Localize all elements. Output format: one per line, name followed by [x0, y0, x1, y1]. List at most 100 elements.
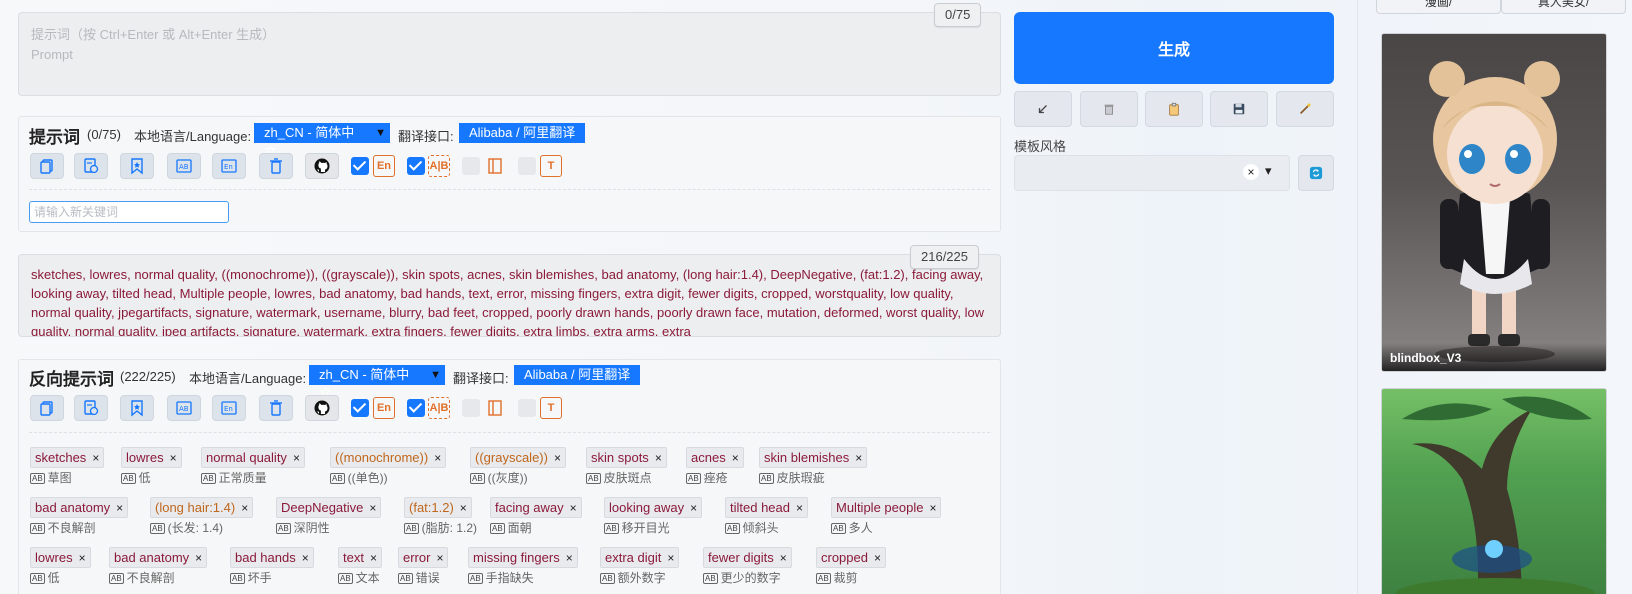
- tag-chip[interactable]: skin blemishes ×: [759, 447, 868, 468]
- negative-tag[interactable]: lowres × AB 低: [121, 447, 182, 486]
- restore-button[interactable]: [1014, 91, 1072, 127]
- tag-chip[interactable]: DeepNegative ×: [276, 497, 382, 518]
- tag-chip[interactable]: normal quality ×: [201, 447, 305, 468]
- negative-tag[interactable]: ((monochrome)) × AB ((单色)): [330, 447, 447, 486]
- close-icon[interactable]: ×: [436, 551, 443, 565]
- prompt-translate-api-button[interactable]: Alibaba / 阿里翻译: [459, 123, 586, 143]
- tag-chip[interactable]: sketches ×: [30, 447, 105, 468]
- close-icon[interactable]: ×: [929, 501, 936, 515]
- close-icon[interactable]: ×: [780, 551, 787, 565]
- auto-translate-checkbox[interactable]: [407, 399, 425, 417]
- close-icon[interactable]: ×: [170, 451, 177, 465]
- auto-english-checkbox[interactable]: [351, 157, 369, 175]
- clear-icon[interactable]: ×: [1243, 164, 1259, 180]
- history-icon[interactable]: [74, 395, 108, 421]
- github-icon[interactable]: [305, 153, 339, 179]
- close-icon[interactable]: ×: [79, 551, 86, 565]
- tag-chip[interactable]: extra digit ×: [600, 547, 680, 568]
- close-icon[interactable]: ×: [874, 551, 881, 565]
- close-icon[interactable]: ×: [92, 451, 99, 465]
- toggle-panel-checkbox[interactable]: [462, 399, 480, 417]
- tag-chip[interactable]: cropped ×: [816, 547, 886, 568]
- close-icon[interactable]: ×: [293, 451, 300, 465]
- tag-chip[interactable]: skin spots ×: [586, 447, 667, 468]
- negative-tag[interactable]: tilted head × AB 倾斜头: [725, 497, 809, 536]
- tag-chip[interactable]: looking away ×: [604, 497, 703, 518]
- chevron-down-icon[interactable]: ▾: [1265, 163, 1272, 179]
- negative-tag[interactable]: Multiple people × AB 多人: [831, 497, 942, 536]
- negative-language-select[interactable]: zh_CN - 简体中文 ▼: [309, 365, 445, 402]
- tag-chip[interactable]: error ×: [398, 547, 449, 568]
- negative-tag[interactable]: text × AB 文本: [338, 547, 382, 586]
- close-icon[interactable]: ×: [796, 501, 803, 515]
- negative-tag[interactable]: skin blemishes × AB 皮肤瑕疵: [759, 447, 868, 486]
- negative-tag[interactable]: acnes × AB 痤疮: [686, 447, 744, 486]
- close-icon[interactable]: ×: [460, 501, 467, 515]
- copy-icon[interactable]: [30, 153, 64, 179]
- tag-chip[interactable]: acnes ×: [686, 447, 744, 468]
- close-icon[interactable]: ×: [566, 551, 573, 565]
- negative-tag[interactable]: (fat:1.2) × AB (脂肪: 1.2): [404, 497, 477, 536]
- close-icon[interactable]: ×: [302, 551, 309, 565]
- bookmark-icon[interactable]: [120, 153, 154, 179]
- github-icon[interactable]: [305, 395, 339, 421]
- close-icon[interactable]: ×: [369, 501, 376, 515]
- text-mode-checkbox[interactable]: [518, 157, 536, 175]
- tag-chip[interactable]: missing fingers ×: [468, 547, 578, 568]
- negative-tag[interactable]: (long hair:1.4) × AB (长发: 1.4): [150, 497, 254, 536]
- negative-tag[interactable]: looking away × AB 移开目光: [604, 497, 703, 536]
- negative-tag[interactable]: cropped × AB 裁剪: [816, 547, 886, 586]
- negative-prompt-textarea[interactable]: sketches, lowres, normal quality, ((mono…: [18, 254, 1001, 337]
- save-style-button[interactable]: [1210, 91, 1268, 127]
- apply-style-button[interactable]: [1276, 91, 1334, 127]
- negative-tag[interactable]: fewer digits × AB 更少的数字: [703, 547, 792, 586]
- tag-chip[interactable]: ((grayscale)) ×: [470, 447, 566, 468]
- auto-translate-checkbox[interactable]: [407, 157, 425, 175]
- translate-icon[interactable]: AB: [167, 395, 201, 421]
- close-icon[interactable]: ×: [655, 451, 662, 465]
- tag-chip[interactable]: (long hair:1.4) ×: [150, 497, 254, 518]
- negative-tag[interactable]: normal quality × AB 正常质量: [201, 447, 305, 486]
- tag-chip[interactable]: text ×: [338, 547, 382, 568]
- copy-icon[interactable]: [30, 395, 64, 421]
- close-icon[interactable]: ×: [855, 451, 862, 465]
- negative-tag[interactable]: extra digit × AB 额外数字: [600, 547, 680, 586]
- negative-tag[interactable]: error × AB 错误: [398, 547, 449, 586]
- tag-chip[interactable]: lowres ×: [121, 447, 182, 468]
- negative-tag[interactable]: missing fingers × AB 手指缺失: [468, 547, 578, 586]
- english-icon[interactable]: En: [212, 395, 246, 421]
- close-icon[interactable]: ×: [195, 551, 202, 565]
- gallery-tab-realistic[interactable]: 真人美女/: [1501, 0, 1626, 14]
- negative-tag[interactable]: ((grayscale)) × AB ((灰度)): [470, 447, 566, 486]
- toggle-panel-checkbox[interactable]: [462, 157, 480, 175]
- tag-chip[interactable]: bad anatomy ×: [109, 547, 208, 568]
- tag-chip[interactable]: lowres ×: [30, 547, 91, 568]
- close-icon[interactable]: ×: [554, 451, 561, 465]
- close-icon[interactable]: ×: [434, 451, 441, 465]
- tag-chip[interactable]: bad anatomy ×: [30, 497, 129, 518]
- gallery-tab-manga[interactable]: 漫画/: [1376, 0, 1501, 14]
- text-mode-checkbox[interactable]: [518, 399, 536, 417]
- close-icon[interactable]: ×: [667, 551, 674, 565]
- negative-tag[interactable]: lowres × AB 低: [30, 547, 91, 586]
- tag-chip[interactable]: Multiple people ×: [831, 497, 942, 518]
- gallery-card[interactable]: blindbox_V3: [1381, 33, 1607, 372]
- generate-button[interactable]: 生成: [1014, 12, 1334, 84]
- clear-button[interactable]: [1080, 91, 1138, 127]
- auto-english-checkbox[interactable]: [351, 399, 369, 417]
- negative-tag[interactable]: DeepNegative × AB 深阴性: [276, 497, 382, 536]
- tag-chip[interactable]: bad hands ×: [230, 547, 314, 568]
- bookmark-icon[interactable]: [120, 395, 154, 421]
- close-icon[interactable]: ×: [370, 551, 377, 565]
- paste-style-button[interactable]: [1145, 91, 1203, 127]
- translate-icon[interactable]: AB: [167, 153, 201, 179]
- tag-chip[interactable]: facing away ×: [490, 497, 582, 518]
- close-icon[interactable]: ×: [570, 501, 577, 515]
- english-icon[interactable]: En: [212, 153, 246, 179]
- tag-chip[interactable]: fewer digits ×: [703, 547, 792, 568]
- history-icon[interactable]: [74, 153, 108, 179]
- tag-chip[interactable]: (fat:1.2) ×: [404, 497, 472, 518]
- negative-tag[interactable]: bad anatomy × AB 不良解剖: [109, 547, 208, 586]
- close-icon[interactable]: ×: [116, 501, 123, 515]
- prompt-textarea[interactable]: 提示词（按 Ctrl+Enter 或 Alt+Enter 生成） Prompt: [18, 12, 1001, 96]
